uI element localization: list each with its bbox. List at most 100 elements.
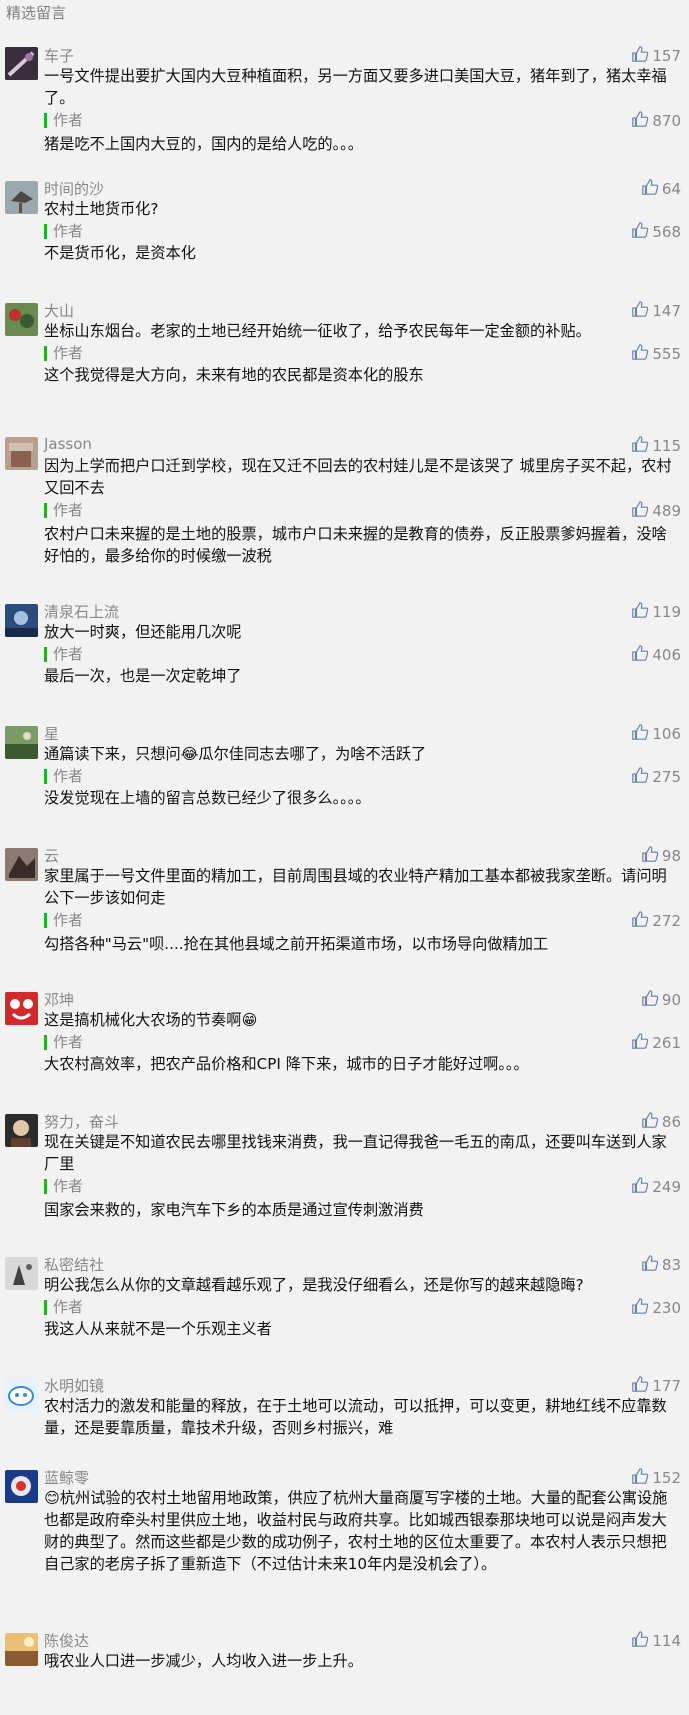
avatar[interactable]: [5, 1470, 38, 1503]
like-button[interactable]: 177: [631, 1375, 681, 1397]
like-button[interactable]: 115: [631, 435, 681, 457]
nickname[interactable]: 清泉石上流: [44, 601, 119, 622]
reply-like-button[interactable]: 555: [631, 343, 681, 365]
nickname[interactable]: 车子: [44, 45, 74, 66]
thumbs-up-icon: [631, 723, 649, 745]
thumbs-up-icon: [631, 766, 649, 788]
nickname[interactable]: 私密结社: [44, 1254, 104, 1275]
comment-text: 这是搞机械化大农场的节奏啊😁: [44, 1011, 258, 1029]
nickname[interactable]: 大山: [44, 300, 74, 321]
reply-like-button[interactable]: 489: [631, 500, 681, 522]
avatar[interactable]: [5, 992, 38, 1025]
thumbs-up-icon: [631, 1375, 649, 1397]
reply-like-button[interactable]: 272: [631, 910, 681, 932]
like-button[interactable]: 64: [641, 178, 681, 200]
thumbs-up-icon: [631, 435, 649, 457]
nickname[interactable]: 时间的沙: [44, 178, 104, 199]
like-count: 83: [661, 1256, 681, 1274]
reply-like-button[interactable]: 275: [631, 766, 681, 788]
thumbs-up-icon: [631, 45, 649, 67]
nickname[interactable]: 星: [44, 723, 59, 744]
avatar[interactable]: [5, 181, 38, 214]
author-reply-text: 勾搭各种"马云"呗....抢在其他县域之前开拓渠道市场，以市场导向做精加工: [44, 935, 549, 953]
like-button[interactable]: 86: [641, 1111, 681, 1133]
reply-like-button[interactable]: 406: [631, 644, 681, 666]
author-reply-text: 国家会来救的，家电汽车下乡的本质是通过宣传刺激消费: [44, 1201, 424, 1219]
thumbs-up-icon: [631, 644, 649, 666]
thumbs-up-icon: [631, 1467, 649, 1489]
comment-text: 农村土地货币化?: [44, 200, 159, 218]
nickname[interactable]: 努力，奋斗: [44, 1111, 119, 1132]
thumbs-up-icon: [641, 1254, 659, 1276]
like-count: 230: [652, 1299, 681, 1317]
thumbs-up-icon: [631, 1176, 649, 1198]
like-count: 98: [661, 847, 681, 865]
avatar[interactable]: [5, 604, 38, 637]
author-label: 作者: [44, 503, 83, 518]
thumbs-up-icon: [631, 910, 649, 932]
avatar[interactable]: [5, 1378, 38, 1411]
avatar[interactable]: [5, 437, 38, 470]
reply-like-button[interactable]: 870: [631, 110, 681, 132]
author-reply-text: 不是货币化，是资本化: [44, 244, 196, 262]
author-label: 作者: [44, 647, 83, 662]
author-reply-text: 农村户口未来握的是土地的股票，城市户口未来握的是教育的债券，反正股票爹妈握着，没…: [44, 525, 667, 565]
avatar[interactable]: [5, 1257, 38, 1290]
comment-text: 坐标山东烟台。老家的土地已经开始统一征收了，给予农民每年一定金额的补贴。: [44, 322, 591, 340]
author-reply-text: 这个我觉得是大方向，未来有地的农民都是资本化的股东: [44, 366, 424, 384]
nickname[interactable]: 云: [44, 845, 59, 866]
author-label: 作者: [44, 1179, 83, 1194]
thumbs-up-icon: [641, 178, 659, 200]
nickname[interactable]: 蓝鲸零: [44, 1467, 89, 1488]
like-count: 106: [652, 725, 681, 743]
like-button[interactable]: 152: [631, 1467, 681, 1489]
like-button[interactable]: 106: [631, 723, 681, 745]
author-label: 作者: [44, 1300, 83, 1315]
comment-text: 明公我怎么从你的文章越看越乐观了，是我没仔细看么，还是你写的越来越隐晦?: [44, 1276, 584, 1294]
nickname[interactable]: 水明如镜: [44, 1375, 104, 1396]
like-button[interactable]: 114: [631, 1630, 681, 1652]
reply-like-button[interactable]: 249: [631, 1176, 681, 1198]
like-button[interactable]: 83: [641, 1254, 681, 1276]
comment-text: 哦农业人口进一步减少，人均收入进一步上升。: [44, 1652, 363, 1670]
section-title: 精选留言: [6, 4, 67, 22]
like-button[interactable]: 119: [631, 601, 681, 623]
avatar[interactable]: [5, 47, 38, 80]
like-button[interactable]: 157: [631, 45, 681, 67]
author-reply-text: 大农村高效率，把农产品价格和CPI 降下来，城市的日子才能好过啊。。。: [44, 1055, 529, 1073]
reply-like-button[interactable]: 261: [631, 1032, 681, 1054]
author-label: 作者: [44, 769, 83, 784]
reply-like-button[interactable]: 230: [631, 1297, 681, 1319]
page: { "section_title": "精选留言", "author_label…: [0, 0, 689, 1715]
avatar[interactable]: [5, 1633, 38, 1666]
like-button[interactable]: 90: [641, 989, 681, 1011]
avatar[interactable]: [5, 848, 38, 881]
avatar[interactable]: [5, 303, 38, 336]
like-count: 115: [652, 437, 681, 455]
like-count: 152: [652, 1469, 681, 1487]
author-reply-text: 猪是吃不上国内大豆的，国内的是给人吃的。。。: [44, 135, 363, 153]
comment-text: 放大一时爽，但还能用几次呢: [44, 623, 242, 641]
avatar[interactable]: [5, 1114, 38, 1147]
like-count: 275: [652, 768, 681, 786]
author-label: 作者: [44, 1035, 83, 1050]
nickname[interactable]: Jasson: [44, 435, 92, 453]
like-count: 147: [652, 302, 681, 320]
like-count: 489: [652, 502, 681, 520]
author-reply-text: 没发觉现在上墙的留言总数已经少了很多么。。。。: [44, 789, 371, 807]
like-count: 177: [652, 1377, 681, 1395]
thumbs-up-icon: [631, 1297, 649, 1319]
like-button[interactable]: 147: [631, 300, 681, 322]
nickname[interactable]: 陈俊达: [44, 1630, 89, 1651]
comment-text: 因为上学而把户口迁到学校，现在又迁不回去的农村娃儿是不是该哭了 城里房子买不起，…: [44, 457, 672, 497]
like-count: 406: [652, 646, 681, 664]
like-button[interactable]: 98: [641, 845, 681, 867]
comment-text: 😊杭州试验的农村土地留用地政策，供应了杭州大量商厦写字楼的土地。大量的配套公寓设…: [44, 1489, 668, 1573]
author-label: 作者: [44, 913, 83, 928]
reply-like-button[interactable]: 568: [631, 221, 681, 243]
author-label: 作者: [44, 346, 83, 361]
avatar[interactable]: [5, 726, 38, 759]
thumbs-up-icon: [631, 343, 649, 365]
nickname[interactable]: 邓坤: [44, 989, 74, 1010]
like-count: 555: [652, 345, 681, 363]
